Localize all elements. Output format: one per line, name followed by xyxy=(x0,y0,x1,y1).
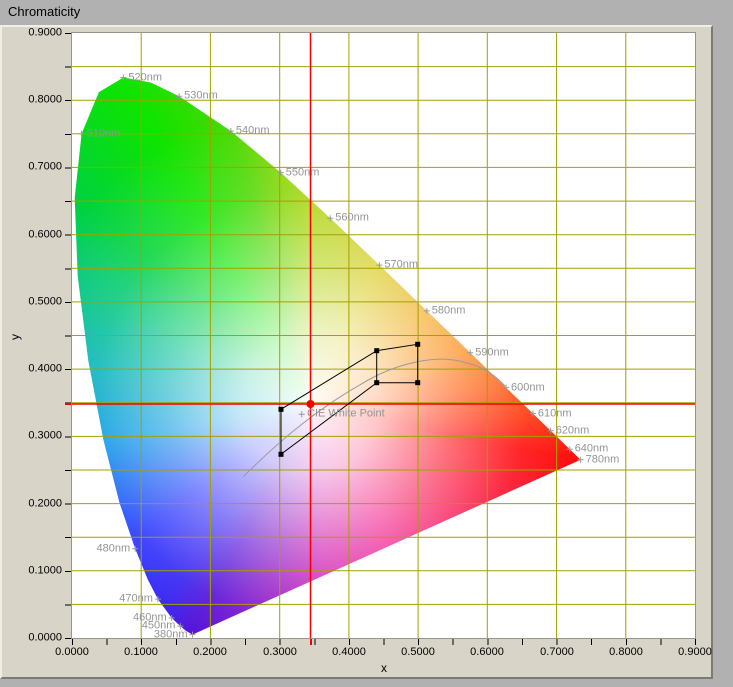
wavelength-label-600nm: 600nm xyxy=(511,382,545,393)
wavelength-label-560nm: 560nm xyxy=(335,213,369,224)
grid-horizontal-lines xyxy=(72,67,695,605)
y-tick-label: 0.8000 xyxy=(0,95,62,106)
wavelength-label-580nm: 580nm xyxy=(432,305,466,316)
y-tick-label: 0.2000 xyxy=(0,499,62,510)
x-tick-label: 0.9000 xyxy=(665,647,725,658)
x-tick-label: 0.1000 xyxy=(111,647,171,658)
bin-vertex-handle[interactable] xyxy=(415,380,420,385)
y-tick-label: 0.1000 xyxy=(0,566,62,577)
wavelength-label-590nm: 590nm xyxy=(475,347,509,358)
y-tick-label: 0.7000 xyxy=(0,162,62,173)
wavelength-label-480nm: 480nm xyxy=(97,543,131,554)
wavelength-label-380nm: 380nm xyxy=(154,629,188,640)
bin-vertex-handle[interactable] xyxy=(374,348,379,353)
wavelength-label-530nm: 530nm xyxy=(184,91,218,102)
bin-vertex-handle[interactable] xyxy=(279,452,284,457)
plot-area[interactable]: 520nm 530nm 540nm 510nm 550nm 560nm 570n… xyxy=(71,32,696,639)
x-tick-label: 0.7000 xyxy=(527,647,587,658)
bin-vertex-handle[interactable] xyxy=(279,407,284,412)
wavelength-label-520nm: 520nm xyxy=(128,72,162,83)
x-tick-label: 0.0000 xyxy=(42,647,102,658)
y-tick-label: 0.9000 xyxy=(0,28,62,39)
wavelength-label-510nm: 510nm xyxy=(87,128,121,139)
x-tick-label: 0.4000 xyxy=(319,647,379,658)
x-axis-title: x xyxy=(349,661,419,675)
y-tick-label: 0.0000 xyxy=(0,633,62,644)
wavelength-label-610nm: 610nm xyxy=(538,408,572,419)
x-tick-label: 0.2000 xyxy=(180,647,240,658)
window-title: Chromaticity xyxy=(8,4,80,19)
bin-vertex-handle[interactable] xyxy=(374,380,379,385)
x-tick-label: 0.5000 xyxy=(388,647,448,658)
wavelength-label-620nm: 620nm xyxy=(556,425,590,436)
wavelength-label-570nm: 570nm xyxy=(384,260,418,271)
titlebar: Chromaticity xyxy=(0,0,733,25)
y-tick-label: 0.6000 xyxy=(0,230,62,241)
y-axis-title: y xyxy=(8,334,22,340)
y-tick-label: 0.4000 xyxy=(0,364,62,375)
bin-vertex-handle[interactable] xyxy=(415,342,420,347)
y-tick-label: 0.3000 xyxy=(0,431,62,442)
chromaticity-window: { "window": { "title": "Chromaticity" },… xyxy=(0,0,733,687)
plot-overlay xyxy=(72,33,695,638)
x-tick-label: 0.3000 xyxy=(250,647,310,658)
white-point-label: CIE White Point xyxy=(307,409,385,420)
wavelength-label-470nm: 470nm xyxy=(119,594,153,605)
crosshair-x-axis-tick xyxy=(310,639,312,645)
y-tick-label: 0.5000 xyxy=(0,297,62,308)
x-tick-label: 0.8000 xyxy=(596,647,656,658)
wavelength-label-550nm: 550nm xyxy=(286,167,320,178)
x-tick-label: 0.6000 xyxy=(457,647,517,658)
wavelength-label-780nm: 780nm xyxy=(586,454,620,465)
wavelength-label-540nm: 540nm xyxy=(236,126,270,137)
